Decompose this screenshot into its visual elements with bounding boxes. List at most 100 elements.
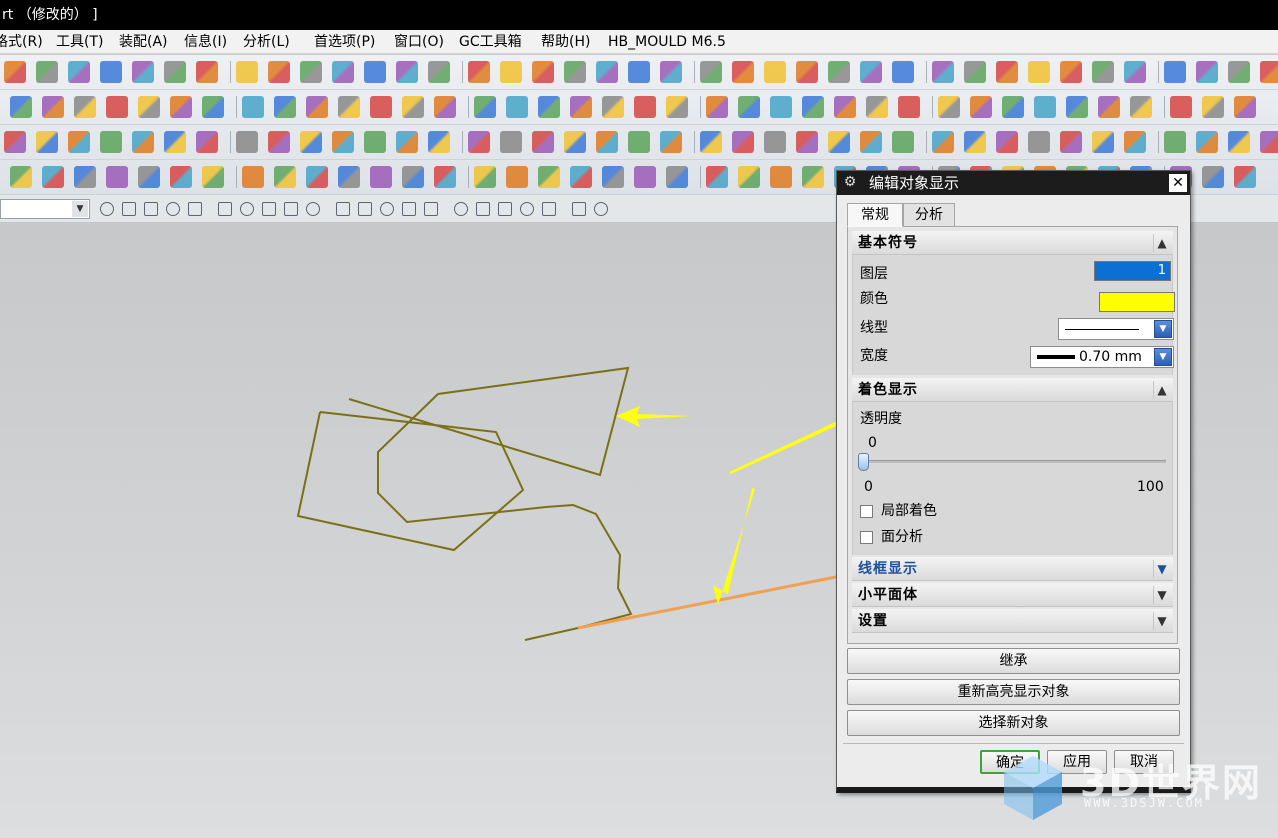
toolbar-tool-icon[interactable] <box>1060 61 1082 83</box>
transparency-slider-thumb[interactable] <box>858 453 869 471</box>
toolbar-tool-icon[interactable] <box>828 61 850 83</box>
chevron-down-icon[interactable]: ▼ <box>1153 560 1171 578</box>
toolbar-tool-icon[interactable] <box>138 96 160 118</box>
toolbar-tool-icon[interactable] <box>202 96 224 118</box>
toolbar-tool-icon[interactable] <box>1164 131 1186 153</box>
toolbar-tool-icon[interactable] <box>364 131 386 153</box>
toolbar-tool-icon[interactable] <box>396 131 418 153</box>
toolbar-tool-icon[interactable] <box>1028 61 1050 83</box>
toolbar-tool-icon[interactable] <box>532 131 554 153</box>
inherit-button[interactable]: 继承 <box>847 648 1180 674</box>
toolbar-tool-icon[interactable] <box>42 166 64 188</box>
toolbar-tool-icon[interactable] <box>474 166 496 188</box>
section-basic-header[interactable]: 基本符号 ▲ <box>852 231 1173 255</box>
snap-tool-icon[interactable] <box>122 202 136 216</box>
toolbar-tool-icon[interactable] <box>1170 96 1192 118</box>
toolbar-tool-icon[interactable] <box>1202 166 1224 188</box>
toolbar-tool-icon[interactable] <box>196 61 218 83</box>
toolbar-tool-icon[interactable] <box>100 61 122 83</box>
curve-quadrilateral[interactable] <box>348 366 633 629</box>
toolbar-tool-icon[interactable] <box>866 96 888 118</box>
curve-hexagon[interactable] <box>296 411 525 552</box>
dialog-title-bar[interactable]: ⚙ 编辑对象显示 ✕ <box>837 171 1190 195</box>
toolbar-tool-icon[interactable] <box>996 131 1018 153</box>
toolbar-tool-icon[interactable] <box>1034 96 1056 118</box>
snap-tool-icon[interactable] <box>520 202 534 216</box>
toolbar-tool-icon[interactable] <box>666 166 688 188</box>
toolbar-tool-icon[interactable] <box>596 131 618 153</box>
menu-help[interactable]: 帮助(H) <box>541 30 590 54</box>
snap-tool-icon[interactable] <box>218 202 232 216</box>
snap-tool-icon[interactable] <box>284 202 298 216</box>
type-filter-dropdown[interactable]: ▼ <box>0 199 90 219</box>
toolbar-tool-icon[interactable] <box>660 61 682 83</box>
toolbar-tool-icon[interactable] <box>370 96 392 118</box>
toolbar-tool-icon[interactable] <box>306 96 328 118</box>
chevron-up-icon[interactable]: ▲ <box>1153 381 1171 399</box>
snap-tool-icon[interactable] <box>306 202 320 216</box>
snap-tool-icon[interactable] <box>336 202 350 216</box>
toolbar-tool-icon[interactable] <box>1196 61 1218 83</box>
toolbar-tool-icon[interactable] <box>196 131 218 153</box>
toolbar-tool-icon[interactable] <box>300 61 322 83</box>
toolbar-tool-icon[interactable] <box>274 96 296 118</box>
menu-analysis[interactable]: 分析(L) <box>243 30 290 54</box>
tab-analysis[interactable]: 分析 <box>903 203 955 227</box>
snap-tool-icon[interactable] <box>380 202 394 216</box>
toolbar-tool-icon[interactable] <box>300 131 322 153</box>
toolbar-tool-icon[interactable] <box>1092 131 1114 153</box>
toolbar-tool-icon[interactable] <box>764 131 786 153</box>
toolbar-tool-icon[interactable] <box>570 96 592 118</box>
toolbar-tool-icon[interactable] <box>106 96 128 118</box>
chevron-down-icon[interactable]: ▼ <box>1154 348 1172 366</box>
toolbar-tool-icon[interactable] <box>68 61 90 83</box>
toolbar-tool-icon[interactable] <box>932 131 954 153</box>
toolbar-tool-icon[interactable] <box>468 131 490 153</box>
menu-assembly[interactable]: 装配(A) <box>119 30 168 54</box>
toolbar-tool-icon[interactable] <box>732 131 754 153</box>
tab-general[interactable]: 常规 <box>847 203 903 227</box>
toolbar-tool-icon[interactable] <box>660 131 682 153</box>
snap-tool-icon[interactable] <box>262 202 276 216</box>
toolbar-tool-icon[interactable] <box>1196 131 1218 153</box>
toolbar-tool-icon[interactable] <box>834 96 856 118</box>
toolbar-tool-icon[interactable] <box>4 61 26 83</box>
toolbar-tool-icon[interactable] <box>738 166 760 188</box>
toolbar-tool-icon[interactable] <box>236 131 258 153</box>
menu-info[interactable]: 信息(I) <box>184 30 227 54</box>
toolbar-tool-icon[interactable] <box>634 166 656 188</box>
snap-tool-icon[interactable] <box>542 202 556 216</box>
toolbar-tool-icon[interactable] <box>4 131 26 153</box>
layer-input[interactable]: 1 <box>1094 261 1171 281</box>
toolbar-tool-icon[interactable] <box>802 166 824 188</box>
toolbar-tool-icon[interactable] <box>628 131 650 153</box>
toolbar-tool-icon[interactable] <box>242 96 264 118</box>
toolbar-tool-icon[interactable] <box>532 61 554 83</box>
toolbar-tool-icon[interactable] <box>666 96 688 118</box>
toolbar-tool-icon[interactable] <box>892 61 914 83</box>
toolbar-tool-icon[interactable] <box>500 131 522 153</box>
snap-tool-icon[interactable] <box>100 202 114 216</box>
toolbar-tool-icon[interactable] <box>732 61 754 83</box>
toolbar-tool-icon[interactable] <box>164 61 186 83</box>
toolbar-tool-icon[interactable] <box>468 61 490 83</box>
toolbar-tool-icon[interactable] <box>132 61 154 83</box>
chevron-down-icon[interactable]: ▼ <box>1153 612 1171 630</box>
toolbar-tool-icon[interactable] <box>700 61 722 83</box>
toolbar-tool-icon[interactable] <box>242 166 264 188</box>
toolbar-tool-icon[interactable] <box>892 131 914 153</box>
toolbar-tool-icon[interactable] <box>10 166 32 188</box>
toolbar-tool-icon[interactable] <box>860 131 882 153</box>
toolbar-tool-icon[interactable] <box>332 61 354 83</box>
toolbar-tool-icon[interactable] <box>428 131 450 153</box>
toolbar-tool-icon[interactable] <box>700 131 722 153</box>
toolbar-tool-icon[interactable] <box>1124 131 1146 153</box>
toolbar-tool-icon[interactable] <box>1228 131 1250 153</box>
toolbar-tool-icon[interactable] <box>706 96 728 118</box>
toolbar-tool-icon[interactable] <box>474 96 496 118</box>
menu-hb-mould[interactable]: HB_MOULD M6.5 <box>608 30 726 54</box>
snap-tool-icon[interactable] <box>594 202 608 216</box>
toolbar-tool-icon[interactable] <box>74 96 96 118</box>
toolbar-tool-icon[interactable] <box>1260 61 1278 83</box>
toolbar-tool-icon[interactable] <box>1098 96 1120 118</box>
